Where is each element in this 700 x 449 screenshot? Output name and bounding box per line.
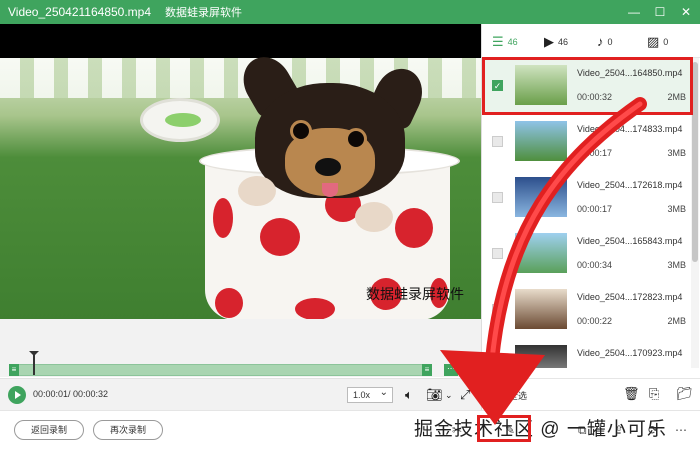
fullscreen-icon[interactable]: ⤢ xyxy=(460,387,470,403)
video-thumbnail xyxy=(515,289,567,329)
player-controls: 00:00:01/ 00:00:32 1.0x 🔈︎ 📷︎ ⌄ ⤢ xyxy=(0,378,481,410)
item-checkbox[interactable] xyxy=(492,192,503,203)
window-title-file: Video_250421164850.mp4 xyxy=(8,5,152,19)
video-name: Video_2504...172618.mp4 xyxy=(577,180,683,190)
music-icon: ♪ xyxy=(597,34,604,49)
window-controls: — ☐ ✕ xyxy=(628,0,692,24)
video-duration: 00:00:34 xyxy=(577,260,613,270)
video-thumbnail xyxy=(515,121,567,161)
list-item[interactable]: Video_2504...170923.mp4 xyxy=(482,338,692,368)
video-duration: 00:00:17 xyxy=(577,204,613,214)
dog-eye-right xyxy=(345,128,367,150)
dog-eye-left xyxy=(290,120,312,142)
video-size: 3MB xyxy=(667,260,686,270)
video-name: Video_2504...172823.mp4 xyxy=(577,292,683,302)
more-icon[interactable]: ⋯ xyxy=(675,423,687,437)
tab-count: 0 xyxy=(663,37,669,47)
select-all-checkbox[interactable] xyxy=(492,389,503,400)
back-to-record-button[interactable]: 返回录制 xyxy=(14,420,84,440)
timeline[interactable]: ≡ ≡ ⋯ xyxy=(0,319,481,377)
dog-tongue xyxy=(322,183,338,197)
video-watermark: 数据蛙录屏软件 xyxy=(366,286,464,302)
video-thumbnail xyxy=(515,177,567,217)
trim-end-marker[interactable]: ⋯ xyxy=(444,364,458,376)
play-button[interactable] xyxy=(8,386,26,404)
speed-select[interactable]: 1.0x xyxy=(347,386,393,403)
close-icon[interactable]: ✕ xyxy=(680,5,692,19)
trash-icon[interactable]: 🗑︎ xyxy=(623,386,640,402)
trim-handle-start[interactable]: ≡ xyxy=(9,364,19,376)
select-all-label[interactable]: 全选 xyxy=(509,389,527,402)
tab-audio[interactable]: ♪ 0 xyxy=(597,34,613,49)
chevron-down-icon[interactable]: ⌄ xyxy=(445,390,453,401)
volume-icon[interactable]: 🔈︎ xyxy=(405,387,413,403)
video-duration: 00:00:22 xyxy=(577,316,613,326)
video-name: Video_2504...170923.mp4 xyxy=(577,348,683,358)
dog-nose xyxy=(315,158,341,176)
export-icon[interactable]: ⎘ xyxy=(649,386,659,402)
image-icon: ▨ xyxy=(647,34,660,49)
video-frame: 数据蛙录屏软件 xyxy=(0,48,481,319)
camera-icon[interactable]: 📷︎ xyxy=(426,387,443,403)
folder-icon[interactable]: 📁︎ xyxy=(676,386,693,402)
video-thumbnail xyxy=(515,345,567,368)
list-icon: ☰ xyxy=(492,34,504,49)
maximize-icon[interactable]: ☐ xyxy=(654,5,666,19)
tab-count: 46 xyxy=(507,37,518,47)
item-checkbox[interactable] xyxy=(492,136,503,147)
video-icon: ▶ xyxy=(544,34,554,49)
list-item[interactable]: Video_2504...165843.mp4 00:00:34 3MB xyxy=(482,226,692,282)
media-tabs: ☰ 46 ▶ 46 ♪ 0 ▨ 0 xyxy=(482,24,700,58)
dog-paw-right xyxy=(355,202,393,232)
window-title-app: 数据蛙录屏软件 xyxy=(165,7,243,19)
tab-all[interactable]: ☰ 46 xyxy=(492,34,518,50)
record-again-button[interactable]: 再次录制 xyxy=(93,420,163,440)
video-size: 2MB xyxy=(667,316,686,326)
time-display: 00:00:01/ 00:00:32 xyxy=(33,389,109,399)
list-item[interactable]: Video_2504...172618.mp4 00:00:17 3MB xyxy=(482,170,692,226)
tab-count: 0 xyxy=(607,36,613,47)
selection-highlight xyxy=(482,57,693,115)
video-name: Video_2504...174833.mp4 xyxy=(577,124,683,134)
playhead[interactable] xyxy=(29,351,39,375)
video-size: 3MB xyxy=(667,204,686,214)
item-checkbox[interactable] xyxy=(492,304,503,315)
video-player[interactable]: 数据蛙录屏软件 xyxy=(0,24,481,319)
dog-paw-left xyxy=(238,176,276,206)
tab-image[interactable]: ▨ 0 xyxy=(647,34,668,50)
bottom-bar: 返回录制 再次录制 ✂ ✎ ⧉ ⇪ ⟳ ⋯ 掘金技术社区 @ 一罐小可乐 xyxy=(0,410,700,449)
tab-count: 46 xyxy=(558,37,569,47)
tab-video[interactable]: ▶ 46 xyxy=(544,34,568,50)
list-item[interactable]: Video_2504...174833.mp4 00:00:17 3MB xyxy=(482,114,692,170)
panel-footer: 全选 🗑︎ ⎘ 📁︎ xyxy=(482,378,700,410)
plate xyxy=(140,98,220,142)
item-checkbox[interactable] xyxy=(492,248,503,259)
trim-track[interactable]: ≡ ≡ xyxy=(9,364,432,376)
video-thumbnail xyxy=(515,233,567,273)
video-name: Video_2504...165843.mp4 xyxy=(577,236,683,246)
tool-highlight xyxy=(477,415,531,442)
item-checkbox[interactable] xyxy=(492,360,503,368)
minimize-icon[interactable]: — xyxy=(628,5,640,19)
trim-handle-end[interactable]: ≡ xyxy=(422,364,432,376)
community-watermark: 掘金技术社区 @ 一罐小可乐 xyxy=(414,419,667,440)
video-duration: 00:00:17 xyxy=(577,148,613,158)
list-item[interactable]: Video_2504...172823.mp4 00:00:22 2MB xyxy=(482,282,692,338)
title-bar: Video_250421164850.mp4 数据蛙录屏软件 — ☐ ✕ xyxy=(0,0,700,24)
video-size: 3MB xyxy=(667,148,686,158)
